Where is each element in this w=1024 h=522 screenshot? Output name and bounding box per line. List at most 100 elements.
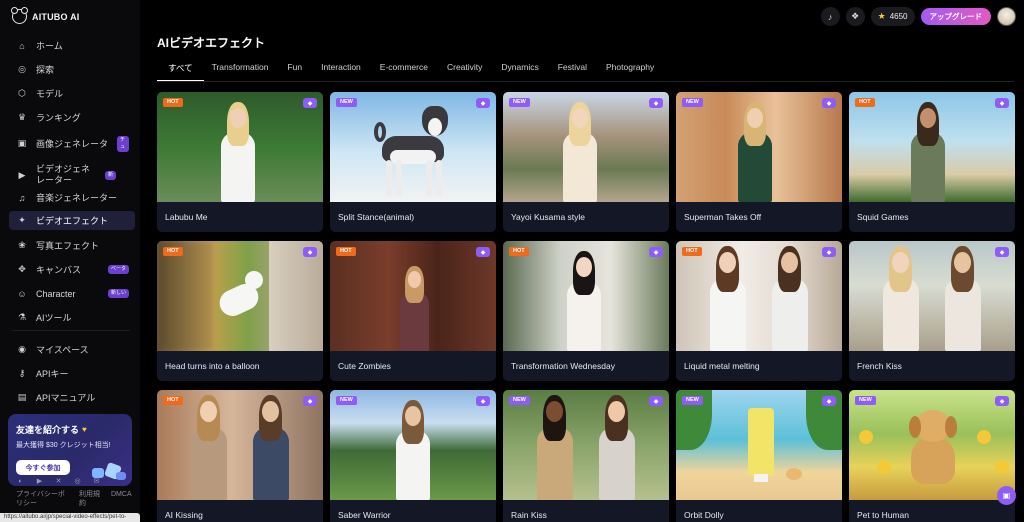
premium-gem-icon: ◆ [476, 396, 490, 406]
effect-card[interactable]: HOT ◆ Liquid metal melting [676, 241, 842, 381]
thumbnail-shape [157, 241, 213, 351]
sidebar-item-label: ビデオエフェクト [36, 216, 109, 226]
tab-dynamics[interactable]: Dynamics [501, 57, 538, 81]
effect-card-title: Squid Games [857, 212, 909, 222]
effect-card[interactable]: HOT ◆ Cute Zombies [330, 241, 496, 381]
sidebar: AITUBO AI ⌂ ホーム ◎ 探索 ⬡ モデル ♛ ランキング ▣ 画像ジェネレータ チュ ▶ ビ… [0, 0, 140, 522]
category-tabs: すべて Transformation Fun Interaction E-commerc… [157, 57, 673, 81]
key-icon: ⚷ [18, 368, 26, 378]
premium-gem-icon: ◆ [649, 247, 663, 257]
topbar: ♪ ❖ ★ 4650 アップグレード [820, 7, 1016, 26]
thumbnail-shape [748, 408, 774, 476]
tab-fun[interactable]: Fun [287, 57, 302, 81]
sidebar-item-canvas[interactable]: ✥ キャンバス ベータ [9, 260, 135, 279]
compass-icon: ◎ [18, 64, 26, 74]
status-url: https://aitubo.ai/jp/special-video-effec… [0, 513, 140, 522]
premium-gem-icon: ◆ [303, 396, 317, 406]
premium-gem-icon: ◆ [649, 98, 663, 108]
discord-icon[interactable]: ◐ [16, 478, 25, 486]
new-badge: NEW [509, 98, 530, 107]
thumbnail-shape [245, 271, 263, 289]
sidebar-item-label: 音楽ジェネレーター [36, 193, 118, 203]
sidebar-item-doc[interactable]: ▤ APIマニュアル [9, 388, 135, 407]
thumbnail-shape [920, 108, 936, 128]
mail-icon[interactable]: ✉ [92, 478, 101, 486]
video-icon: ▶ [18, 169, 26, 180]
tab-creativity[interactable]: Creativity [447, 57, 482, 81]
sidebar-item-cube[interactable]: ⬡ モデル [9, 84, 135, 103]
music-icon: ♫ [18, 192, 26, 203]
premium-gem-icon: ◆ [649, 396, 663, 406]
heart-icon: ♥ [82, 425, 87, 434]
thumbnail-shape [576, 257, 592, 277]
upgrade-button[interactable]: アップグレード [920, 8, 991, 25]
tab-festival[interactable]: Festival [558, 57, 587, 81]
effect-card[interactable]: HOT ◆ Head turns into a balloon [157, 241, 323, 381]
effect-thumbnail [157, 92, 323, 202]
tab-e-commerce[interactable]: E-commerce [380, 57, 428, 81]
sidebar-item-label: APIマニュアル [36, 393, 96, 403]
instagram-icon[interactable]: ◎ [73, 478, 82, 486]
invite-subtitle: 最大獲得 $30 クレジット相当! [16, 442, 111, 449]
thumbnail-shape [754, 474, 768, 482]
thumbnail-shape [977, 430, 991, 444]
sidebar-item-label: 写真エフェクト [36, 241, 100, 251]
tab-transformation[interactable]: Transformation [212, 57, 269, 81]
thumbnail-shape [909, 416, 921, 438]
effect-card[interactable]: NEW ◆ Rain Kiss [503, 390, 669, 522]
x-icon[interactable]: ✕ [54, 478, 63, 486]
tab-photography[interactable]: Photography [606, 57, 654, 81]
thumbnail-shape [911, 436, 955, 484]
sidebar-item-flask[interactable]: ⚗ AIツール [9, 308, 135, 327]
sidebar-item-key[interactable]: ⚷ APIキー [9, 364, 135, 383]
effect-card[interactable]: HOT ◆ Transformation Wednesday [503, 241, 669, 381]
sidebar-badge: ベータ [107, 265, 129, 274]
effect-card-title: Labubu Me [165, 212, 208, 222]
join-now-button[interactable]: 今すぐ参加 [16, 460, 70, 475]
tab--[interactable]: すべて [157, 57, 204, 81]
sidebar-item-compass[interactable]: ◎ 探索 [9, 60, 135, 79]
dmca-link[interactable]: DMCA [111, 490, 132, 508]
effect-card[interactable]: NEW ◆ Superman Takes Off [676, 92, 842, 232]
sidebar-item-character[interactable]: ☺ Character 新しい [9, 284, 135, 303]
privacy-policy-link[interactable]: プライバシーポリシー [16, 490, 71, 508]
sidebar-item-home[interactable]: ⌂ ホーム [9, 36, 135, 55]
effect-card[interactable]: NEW ◆ Yayoi Kusama style [503, 92, 669, 232]
effect-card[interactable]: NEW ◆ Pet to Human [849, 390, 1015, 522]
bell-icon[interactable]: ♪ [820, 7, 840, 26]
tab-interaction[interactable]: Interaction [321, 57, 361, 81]
sidebar-item-label: Character [36, 288, 76, 299]
gift-icon[interactable]: ❖ [845, 7, 865, 26]
effect-card-title: French Kiss [857, 361, 902, 371]
sidebar-item-video[interactable]: ▶ ビデオジェネレーター 新 [9, 162, 135, 188]
terms-link[interactable]: 利用規約 [79, 490, 103, 508]
brand-logo[interactable]: AITUBO AI [11, 7, 79, 24]
effect-thumbnail [157, 241, 323, 351]
effect-card[interactable]: NEW ◆ Saber Warrior [330, 390, 496, 522]
sidebar-divider [12, 330, 130, 331]
effect-card[interactable]: HOT ◆ Labubu Me [157, 92, 323, 232]
effect-thumbnail [676, 241, 842, 351]
credits-balance[interactable]: ★ 4650 [870, 7, 915, 26]
effect-card-title: Orbit Dolly [684, 510, 724, 520]
chat-support-icon[interactable]: ▣ [997, 486, 1016, 505]
trophy-icon: ♛ [17, 112, 27, 122]
premium-gem-icon: ◆ [303, 247, 317, 257]
effect-card[interactable]: NEW ◆ Split Stance(animal) [330, 92, 496, 232]
effect-card[interactable]: NEW ◆ Orbit Dolly [676, 390, 842, 522]
sidebar-item-space[interactable]: ◉ マイスペース [9, 340, 135, 359]
star-icon: ★ [877, 11, 886, 21]
youtube-icon[interactable]: ▶ [35, 478, 44, 486]
sidebar-item-music[interactable]: ♫ 音楽ジェネレーター [9, 188, 135, 207]
sidebar-item-video-effect[interactable]: ✦ ビデオエフェクト [9, 211, 135, 230]
avatar[interactable] [997, 7, 1016, 26]
effect-card-title: Cute Zombies [338, 361, 391, 371]
sidebar-item-photo-effect[interactable]: ❀ 写真エフェクト [9, 236, 135, 255]
sidebar-item-image[interactable]: ▣ 画像ジェネレータ チュ [9, 134, 135, 153]
sidebar-item-trophy[interactable]: ♛ ランキング [9, 108, 135, 127]
video-effect-icon: ✦ [18, 215, 26, 225]
effect-card[interactable]: HOT ◆ Squid Games [849, 92, 1015, 232]
effect-card[interactable]: HOT ◆ AI Kissing [157, 390, 323, 522]
thumbnail-shape [405, 406, 421, 426]
effect-card[interactable]: ◆ French Kiss [849, 241, 1015, 381]
